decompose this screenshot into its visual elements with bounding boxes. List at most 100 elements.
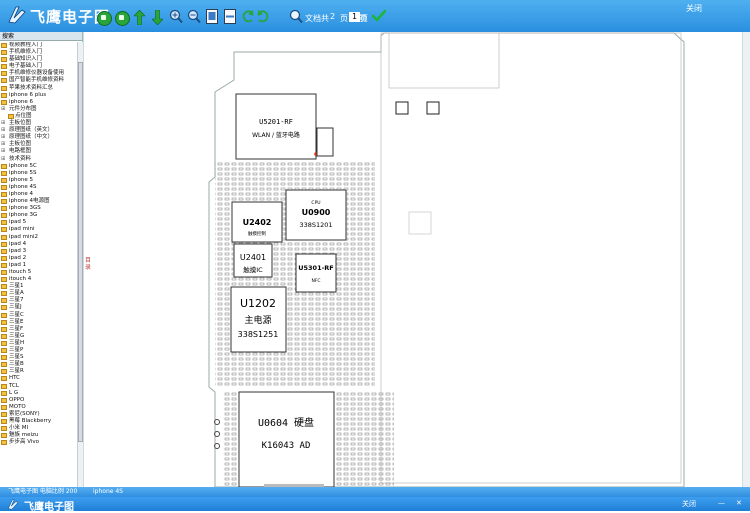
tree-item-label: ipad 4 — [9, 240, 27, 247]
tree-folder-item[interactable]: 黑莓 Blackberry — [0, 418, 76, 425]
tree-folder-item[interactable]: iphone 6 plus — [0, 92, 76, 99]
tree-folder-item[interactable]: 三星J — [0, 304, 76, 311]
zoom-out-icon[interactable] — [187, 9, 201, 24]
folder-icon — [1, 64, 7, 70]
tree-folder-item[interactable]: iphone 3G — [0, 212, 76, 219]
window-close-button[interactable]: 关闭 — [686, 3, 702, 14]
folder-icon — [1, 85, 7, 91]
taskbar-close-button[interactable]: ✕ — [736, 499, 742, 507]
folder-icon — [1, 184, 7, 190]
u2402-label: U2402 — [243, 218, 272, 227]
tree-item-label: 三星G — [9, 332, 25, 339]
previous-circle-icon[interactable] — [97, 11, 112, 26]
tree-item-label: 三星C — [9, 311, 24, 318]
tree-folder-item[interactable]: iphone 4 — [0, 191, 76, 198]
tree-folder-item[interactable]: OPPO — [0, 397, 76, 404]
tree-item-label: 三星P — [9, 347, 24, 354]
tree-folder-item[interactable]: ipad mini — [0, 226, 76, 233]
current-page-input[interactable]: 1 — [349, 12, 360, 22]
tree-folder-item[interactable]: 三星R — [0, 368, 76, 375]
tree-folder-item[interactable]: 苹果技术资料汇总 — [0, 85, 76, 92]
expand-icon[interactable]: ⊞ — [1, 148, 5, 155]
tree-folder-item[interactable]: iphone 6 — [0, 99, 76, 106]
search-icon[interactable] — [289, 9, 303, 24]
folder-icon — [1, 397, 7, 403]
folder-icon — [1, 248, 7, 254]
search-tab[interactable]: 搜索 — [0, 32, 82, 41]
u1202-label: U1202 — [240, 297, 276, 310]
tree-folder-item[interactable]: iphone 5S — [0, 170, 76, 177]
tree-folder-item[interactable]: iphone 3GS — [0, 205, 76, 212]
tree-folder-item[interactable]: ipad 2 — [0, 255, 76, 262]
folder-icon — [1, 369, 7, 375]
expand-icon[interactable]: ⊞ — [1, 134, 5, 141]
folder-icon — [1, 284, 7, 290]
tree-item-label: ipad 1 — [9, 261, 27, 268]
rotate-left-icon[interactable] — [241, 10, 254, 23]
confirm-check-icon[interactable] — [372, 9, 386, 23]
u0900-label: U0900 — [302, 208, 331, 217]
expand-icon[interactable]: ⊞ — [1, 156, 5, 163]
tree-node-item[interactable]: ⊞ 元件分布图 — [0, 106, 76, 113]
tree-folder-item[interactable]: 三星C — [0, 312, 76, 319]
tree-folder-item[interactable]: 三星H — [0, 340, 76, 347]
tree-folder-item[interactable]: 三星G — [0, 333, 76, 340]
tree-folder-item[interactable]: 三星E — [0, 319, 76, 326]
tree-folder-item[interactable]: L G — [0, 390, 76, 397]
expand-icon[interactable]: ⊞ — [1, 120, 5, 127]
folder-icon — [1, 206, 7, 212]
taskbar-close-label[interactable]: 关闭 — [682, 499, 696, 509]
taskbar-minimize-button[interactable]: — — [718, 499, 725, 507]
tree-item-label: TCL — [9, 382, 19, 389]
viewer-scrollbar[interactable] — [742, 32, 750, 487]
tree-item-label: 三星R — [9, 368, 24, 375]
folder-icon — [1, 333, 7, 339]
tree-item-label: 技术资料 — [9, 155, 32, 162]
zoom-in-icon[interactable] — [169, 9, 183, 24]
tree-folder-item[interactable]: 三星F — [0, 326, 76, 333]
tree-folder-item[interactable]: HTC — [0, 375, 76, 382]
next-circle-icon[interactable] — [115, 11, 130, 26]
folder-icon — [1, 291, 7, 297]
tree-folder-item[interactable]: ipad 3 — [0, 248, 76, 255]
arrow-up-icon[interactable] — [134, 10, 145, 25]
tree-item-label: iphone 6 — [9, 98, 33, 105]
tree-item-label: ipad 5 — [9, 219, 27, 226]
tree-folder-item[interactable]: ipad 5 — [0, 219, 76, 226]
tree-item-label: ipad 2 — [9, 254, 27, 261]
tree-folder-item[interactable]: MOTO — [0, 404, 76, 411]
tree-folder-item[interactable]: ipad mini2 — [0, 234, 76, 241]
folder-icon — [1, 92, 7, 98]
tree-node-item[interactable]: 点位图 — [0, 113, 76, 120]
tree-folder-item[interactable]: itouch 5 — [0, 269, 76, 276]
fit-page-icon[interactable] — [206, 9, 218, 24]
tree-folder-item[interactable]: iphone 5C — [0, 163, 76, 170]
tree-folder-item[interactable]: iphone 4S — [0, 184, 76, 191]
tree-item-label: HTC — [9, 375, 21, 382]
document-viewer[interactable]: 目录 U5201-RF WLAN / 蓝牙电路 U2402 触摸控制 CPU U… — [83, 32, 750, 487]
u1202-part: 338S1251 — [238, 330, 279, 339]
tree-folder-item[interactable]: ipad 1 — [0, 262, 76, 269]
arrow-down-icon[interactable] — [152, 10, 163, 25]
tree-node-item[interactable]: ⊞ 技术资料 — [0, 156, 76, 163]
tree-folder-item[interactable]: 国产智能手机维修资料 — [0, 77, 76, 84]
tree-item-label: 步步高 Vivo — [9, 439, 40, 446]
fit-width-icon[interactable] — [224, 9, 236, 24]
rotate-right-icon[interactable] — [257, 10, 270, 23]
expand-icon[interactable]: ⊞ — [1, 127, 5, 134]
folder-icon — [1, 340, 7, 346]
tree-folder-item[interactable]: iphone 4电源图 — [0, 198, 76, 205]
tree-node-item[interactable]: ⊞ 电路框图 — [0, 148, 76, 155]
tree-folder-item[interactable]: TCL — [0, 383, 76, 390]
tree-folder-item[interactable]: 步步高 Vivo — [0, 439, 76, 446]
expand-icon[interactable]: ⊞ — [1, 106, 5, 113]
tree-item-label: 手机维修入门 — [9, 49, 43, 56]
tree-folder-item[interactable]: ipad 4 — [0, 241, 76, 248]
folder-icon — [1, 418, 7, 424]
expand-icon[interactable]: ⊞ — [1, 141, 5, 148]
tree-folder-item[interactable]: 索尼(SONY) — [0, 411, 76, 418]
tree-item-label: MOTO — [9, 403, 26, 410]
tree-item-label: 苹果技术资料汇总 — [9, 84, 54, 91]
taskbar-window[interactable]: 飞鹰电子图 关闭 — ✕ — [0, 497, 750, 513]
tree-folder-item[interactable]: iphone 5 — [0, 177, 76, 184]
